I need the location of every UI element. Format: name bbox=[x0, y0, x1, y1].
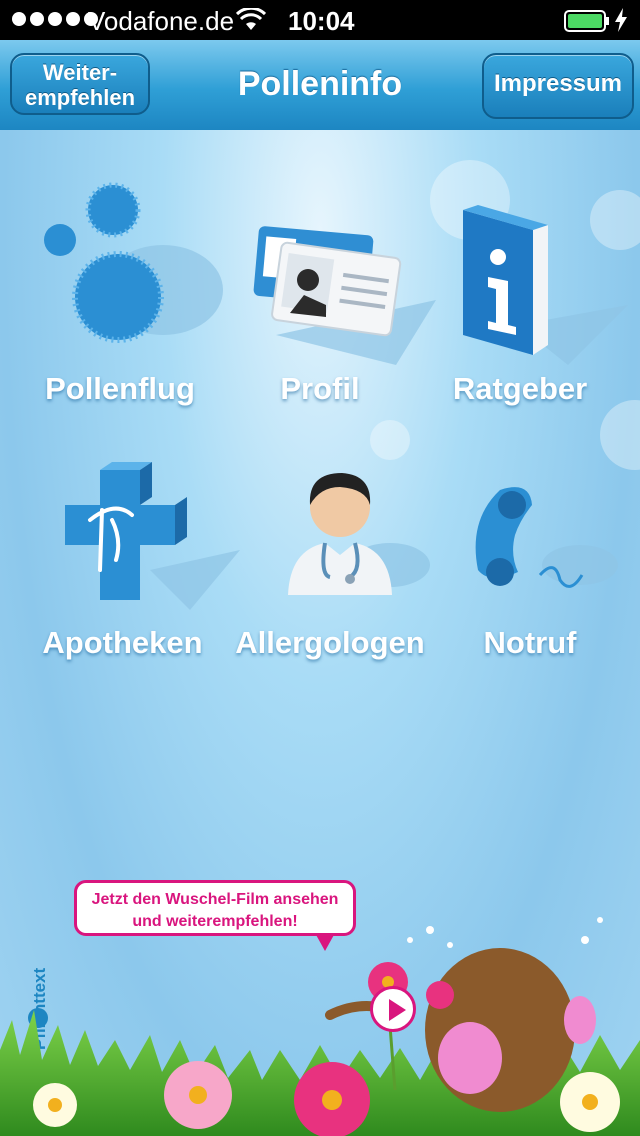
info-book-icon bbox=[463, 205, 628, 365]
main-content: Pollenflug Profil Ratgeber Apotheken All… bbox=[0, 130, 640, 1136]
impressum-button[interactable]: Impressum bbox=[482, 53, 634, 119]
pollen-icon bbox=[44, 182, 223, 343]
clock: 10:04 bbox=[288, 6, 355, 36]
charging-icon bbox=[615, 8, 627, 32]
bokeh-decoration bbox=[370, 420, 410, 460]
speech-bubble-tail bbox=[315, 933, 335, 951]
play-icon bbox=[389, 999, 406, 1021]
menu-item-label: Notruf bbox=[483, 625, 577, 660]
menu-item-notruf[interactable]: Notruf bbox=[430, 460, 630, 670]
battery-icon bbox=[564, 10, 609, 32]
menu-item-label: Allergologen bbox=[235, 625, 425, 660]
play-video-button[interactable] bbox=[370, 986, 416, 1032]
carrier-label: Vodafone.de bbox=[88, 6, 235, 36]
pharmacy-cross-icon bbox=[65, 462, 240, 610]
status-bar: Vodafone.de 10:04 bbox=[0, 0, 640, 40]
flower-icon bbox=[33, 1083, 77, 1127]
menu-item-pollenflug[interactable]: Pollenflug bbox=[20, 175, 223, 415]
id-card-icon bbox=[253, 226, 436, 365]
menu-item-label: Apotheken bbox=[42, 625, 203, 660]
promo-speech-bubble[interactable]: Jetzt den Wuschel-Film ansehen und weite… bbox=[74, 880, 356, 936]
phone-icon bbox=[475, 487, 618, 588]
signal-strength-icon bbox=[12, 12, 98, 26]
menu-item-ratgeber[interactable]: Ratgeber bbox=[420, 175, 628, 415]
menu-item-profil[interactable]: Profil bbox=[220, 175, 436, 415]
menu-item-apotheken[interactable]: Apotheken bbox=[20, 460, 240, 670]
doctor-icon bbox=[288, 473, 430, 595]
menu-item-label: Pollenflug bbox=[45, 371, 195, 406]
menu-item-allergologen[interactable]: Allergologen bbox=[230, 460, 440, 670]
navigation-bar: Weiter- empfehlen Polleninfo Impressum bbox=[0, 40, 640, 132]
menu-item-label: Profil bbox=[280, 371, 360, 406]
wifi-icon bbox=[236, 8, 266, 30]
menu-item-label: Ratgeber bbox=[452, 371, 588, 406]
